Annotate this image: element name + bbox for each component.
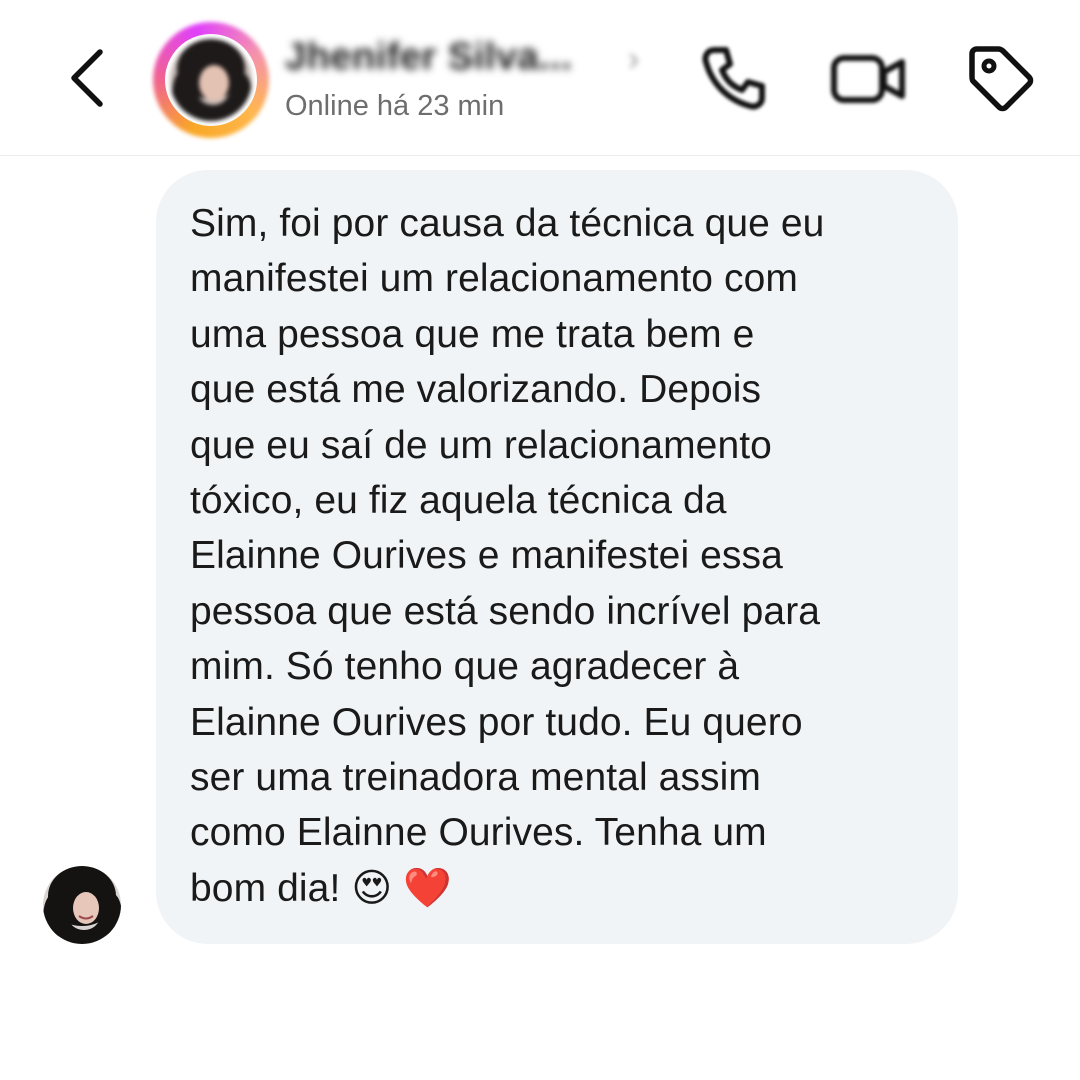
contact-name[interactable]: Jhenifer Silva... [285, 36, 572, 79]
label-button[interactable] [962, 40, 1038, 116]
message-text: Sim, foi por causa da técnica que eu man… [190, 202, 825, 910]
tag-icon [969, 46, 1034, 112]
call-button[interactable] [698, 42, 770, 114]
message-bubble[interactable]: Sim, foi por causa da técnica que eu man… [156, 170, 958, 944]
contact-avatar[interactable] [170, 39, 252, 121]
sender-avatar[interactable] [43, 866, 121, 944]
back-button[interactable] [62, 44, 118, 112]
phone-icon [702, 47, 765, 110]
chat-header: Jhenifer Silva... › Online há 23 min [0, 0, 1080, 156]
video-call-button[interactable] [828, 42, 908, 114]
online-status: Online há 23 min [285, 90, 505, 122]
chevron-right-icon: › [628, 40, 640, 78]
video-camera-icon [831, 55, 905, 103]
chevron-left-icon [71, 49, 103, 107]
